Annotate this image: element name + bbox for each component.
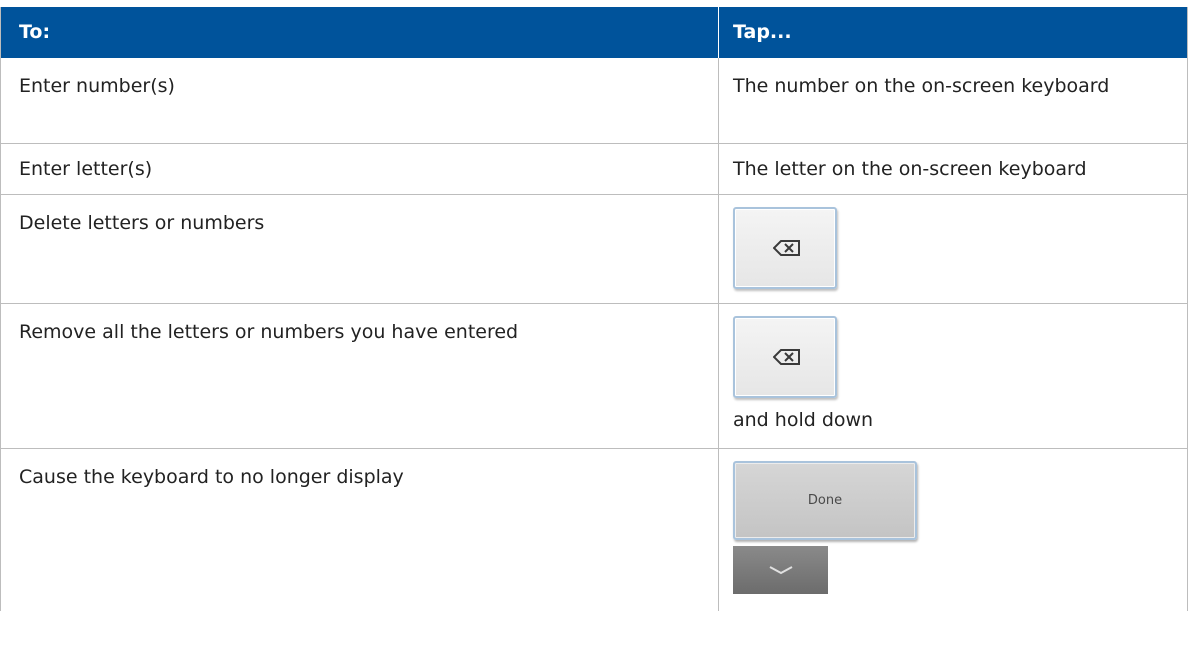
backspace-key-image [733, 207, 837, 289]
table-row: Enter letter(s) The letter on the on-scr… [1, 144, 1187, 195]
table-header-row: To: Tap... [1, 7, 1187, 58]
row-tap-cell: and hold down [719, 304, 1187, 448]
table-row: Cause the keyboard to no longer display … [1, 449, 1187, 611]
row-tap-cell [719, 195, 1187, 303]
row-tap-text: The number on the on-screen keyboard [733, 75, 1110, 97]
header-to: To: [1, 7, 719, 58]
done-button-image: Done [733, 461, 917, 540]
hold-down-note: and hold down [733, 409, 874, 431]
backspace-key-image [733, 316, 837, 398]
chevron-down-icon [769, 566, 792, 575]
row-action-text: Delete letters or numbers [1, 195, 719, 303]
table-row: Enter number(s) The number on the on-scr… [1, 58, 1187, 144]
header-tap: Tap... [733, 21, 792, 43]
backspace-icon [773, 349, 800, 365]
backspace-icon [773, 240, 800, 256]
row-action-text: Remove all the letters or numbers you ha… [1, 304, 719, 448]
table-row: Delete letters or numbers [1, 195, 1187, 304]
row-action-text: Enter letter(s) [1, 144, 719, 194]
row-tap-text: The letter on the on-screen keyboard [733, 158, 1087, 180]
hide-keyboard-key-image [733, 546, 828, 594]
row-action-text: Cause the keyboard to no longer display [1, 449, 719, 611]
row-action-text: Enter number(s) [1, 58, 719, 143]
instruction-table: To: Tap... Enter number(s) The number on… [0, 7, 1188, 611]
row-tap-cell: Done [719, 449, 1187, 611]
table-row: Remove all the letters or numbers you ha… [1, 304, 1187, 449]
